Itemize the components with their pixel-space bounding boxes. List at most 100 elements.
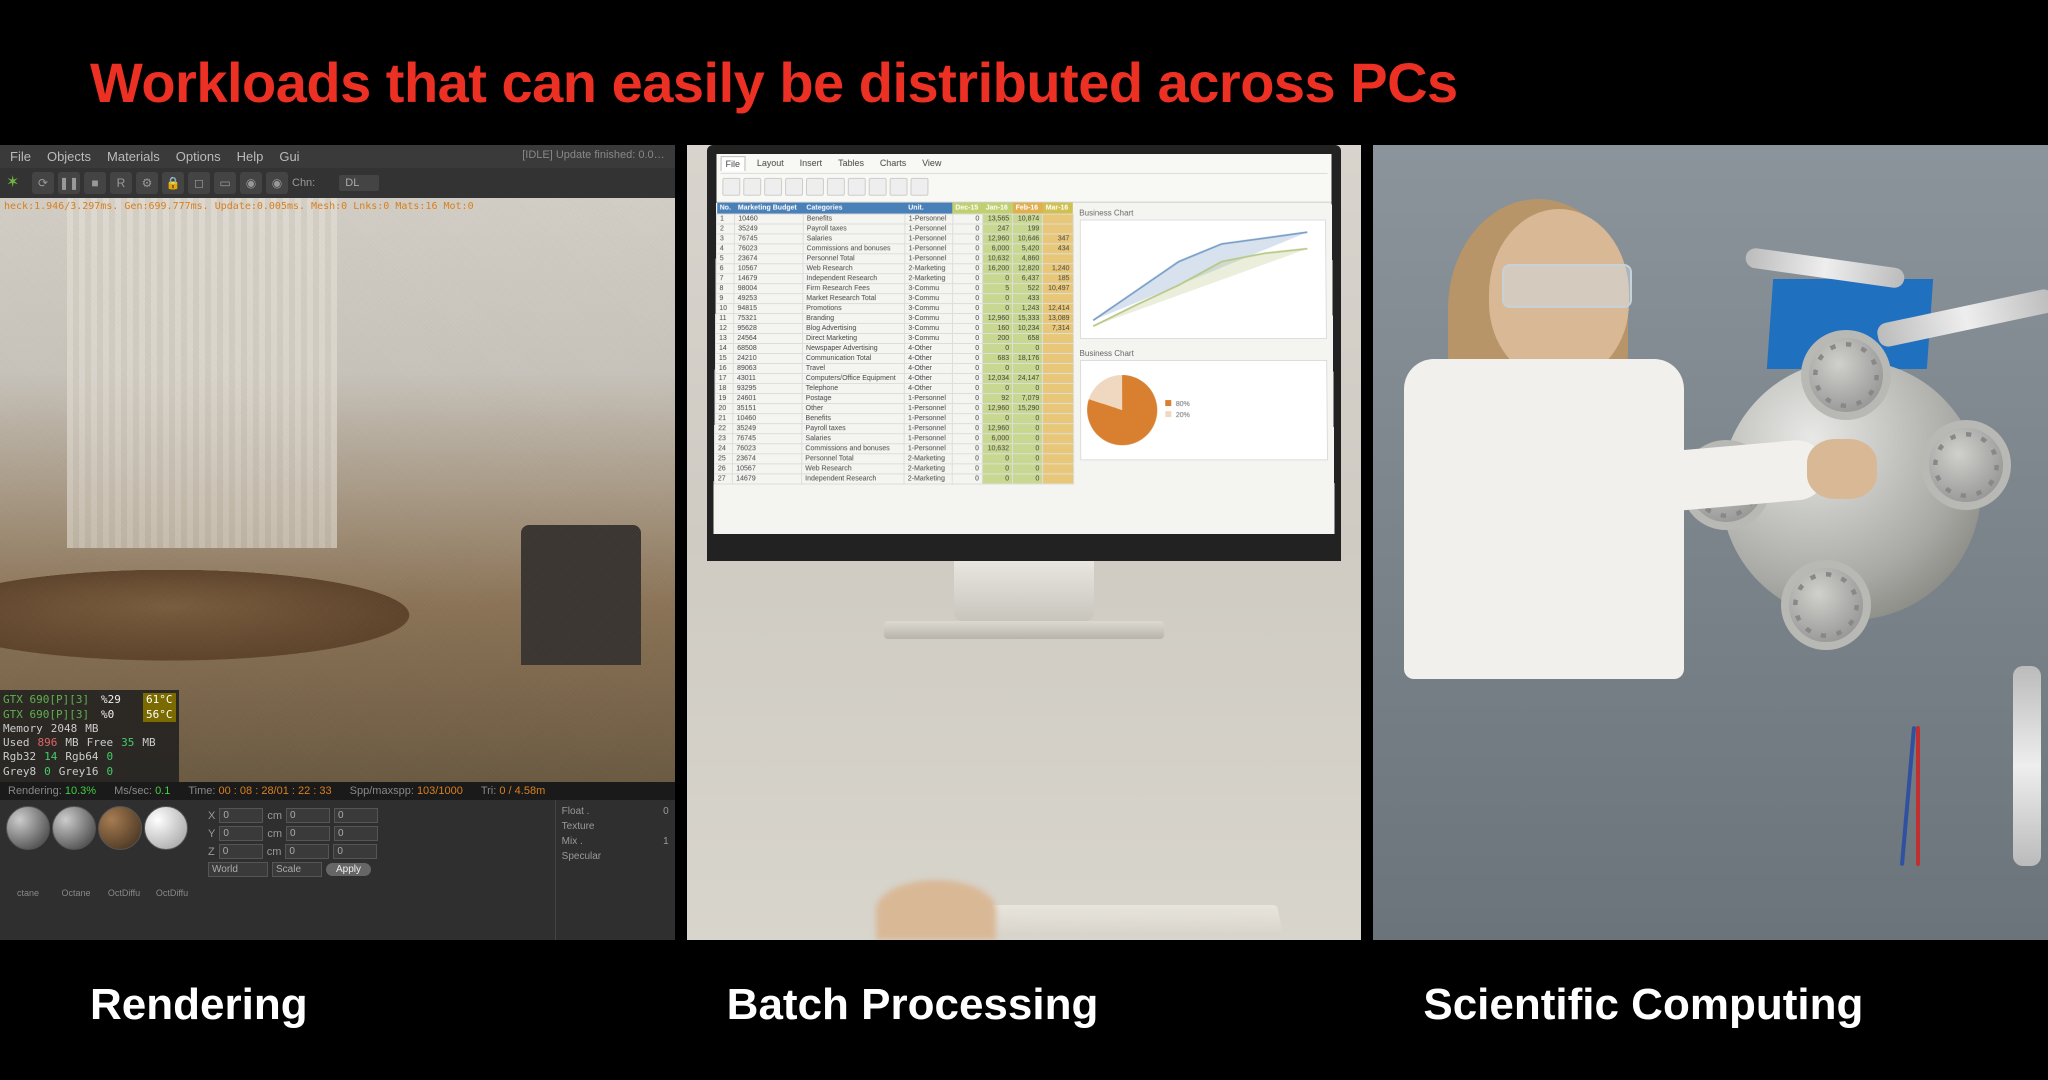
cell[interactable]: 5: [983, 284, 1013, 294]
cell[interactable]: 13,565: [983, 214, 1013, 224]
menu-help[interactable]: Help: [237, 149, 264, 164]
cell[interactable]: Computers/Office Equipment: [802, 374, 904, 384]
cell[interactable]: 14679: [734, 274, 803, 284]
cell[interactable]: Benefits: [803, 214, 905, 224]
pin-b-icon[interactable]: ◉: [266, 172, 288, 194]
cell[interactable]: 0: [983, 304, 1013, 314]
table-row[interactable]: 476023Commissions and bonuses1-Personnel…: [716, 244, 1073, 254]
cell[interactable]: Payroll taxes: [803, 224, 905, 234]
cell[interactable]: 23: [715, 434, 733, 444]
cell[interactable]: 0: [952, 424, 983, 434]
tool-btn-3[interactable]: [785, 178, 803, 196]
coord-x-pos[interactable]: [219, 808, 263, 823]
cell[interactable]: 0: [1012, 474, 1042, 484]
cell[interactable]: 7,079: [1013, 394, 1043, 404]
cell[interactable]: 0: [982, 464, 1012, 474]
hdr-feb16[interactable]: Feb-16: [1013, 203, 1043, 214]
table-row[interactable]: 1175321Branding3-Commu012,96015,33313,08…: [716, 314, 1073, 324]
cell[interactable]: 0: [1013, 363, 1043, 373]
cell[interactable]: 0: [952, 254, 983, 264]
cell[interactable]: Postage: [802, 394, 904, 404]
cell[interactable]: 92: [982, 394, 1012, 404]
cell[interactable]: 24: [714, 444, 732, 454]
cell[interactable]: 26: [714, 464, 732, 474]
table-row[interactable]: 898004Firm Research Fees3-Commu0552210,4…: [716, 284, 1073, 294]
cell[interactable]: Other: [802, 404, 904, 414]
cell[interactable]: 1,240: [1043, 264, 1073, 274]
hdr-mar16[interactable]: Mar-16: [1043, 203, 1073, 214]
cell[interactable]: 13: [715, 334, 733, 344]
cell[interactable]: 10,497: [1043, 284, 1073, 294]
cell[interactable]: 0: [1013, 384, 1043, 394]
table-row[interactable]: 949253Market Research Total3-Commu00433: [716, 294, 1073, 304]
table-row[interactable]: 714679Independent Research2-Marketing006…: [716, 274, 1073, 284]
coord-x-rot[interactable]: [286, 808, 330, 823]
cell[interactable]: Salaries: [803, 234, 905, 244]
cell[interactable]: 0: [982, 454, 1012, 464]
cell[interactable]: 0: [952, 434, 983, 444]
coord-y-pos[interactable]: [219, 826, 263, 841]
scale-select[interactable]: [272, 862, 322, 877]
cell[interactable]: 13,089: [1043, 314, 1073, 324]
tool-btn-9[interactable]: [910, 178, 928, 196]
cell[interactable]: 1-Personnel: [904, 424, 951, 434]
table-row[interactable]: 1893295Telephone4-Other000: [715, 384, 1073, 394]
cell[interactable]: 4-Other: [905, 353, 952, 363]
cell[interactable]: 14679: [732, 474, 801, 484]
cell[interactable]: 35151: [733, 404, 802, 414]
cell[interactable]: 0: [983, 343, 1013, 353]
cell[interactable]: 76023: [734, 244, 803, 254]
cell[interactable]: 7: [716, 274, 734, 284]
table-row[interactable]: 1094815Promotions3-Commu001,24312,414: [716, 304, 1073, 314]
cell[interactable]: 12: [715, 324, 733, 334]
cell[interactable]: 0: [952, 384, 983, 394]
cell[interactable]: 22: [715, 424, 733, 434]
tab-file[interactable]: File: [720, 156, 745, 171]
cell[interactable]: 12,960: [983, 314, 1013, 324]
cell[interactable]: 0: [952, 374, 983, 384]
cell[interactable]: 8: [716, 284, 734, 294]
cell[interactable]: 93295: [733, 384, 802, 394]
tab-tables[interactable]: Tables: [834, 156, 868, 171]
coord-x-scl[interactable]: [334, 808, 378, 823]
cell[interactable]: [1043, 334, 1073, 344]
cell[interactable]: [1043, 254, 1073, 264]
cell[interactable]: [1043, 214, 1073, 224]
cell[interactable]: 35249: [735, 224, 804, 234]
cell[interactable]: 1-Personnel: [905, 214, 952, 224]
cell[interactable]: 10460: [735, 214, 804, 224]
cell[interactable]: 10,646: [1013, 234, 1043, 244]
table-row[interactable]: 2376745Salaries1-Personnel06,0000: [715, 434, 1074, 444]
cell[interactable]: 4-Other: [904, 384, 951, 394]
tab-layout[interactable]: Layout: [753, 156, 788, 171]
cell[interactable]: [1043, 294, 1073, 304]
cell[interactable]: 76745: [734, 234, 803, 244]
cell[interactable]: 4-Other: [905, 343, 952, 353]
tool-btn-5[interactable]: [827, 178, 845, 196]
material-ball-0[interactable]: [6, 806, 50, 850]
cell[interactable]: 658: [1013, 334, 1043, 344]
cell[interactable]: 0: [1012, 454, 1042, 464]
cell[interactable]: Newspaper Advertising: [802, 343, 904, 353]
cell[interactable]: [1043, 414, 1073, 424]
cell[interactable]: Blog Advertising: [803, 324, 905, 334]
menu-gui[interactable]: Gui: [279, 149, 299, 164]
cell[interactable]: 10: [716, 304, 734, 314]
cell[interactable]: 1-Personnel: [905, 234, 952, 244]
hdr-unit[interactable]: Unit.: [905, 203, 952, 214]
tab-insert[interactable]: Insert: [796, 156, 826, 171]
cell[interactable]: Travel: [802, 363, 904, 373]
cell[interactable]: 4-Other: [905, 363, 952, 373]
tool-btn-8[interactable]: [889, 178, 907, 196]
menu-objects[interactable]: Objects: [47, 149, 91, 164]
region-button[interactable]: R: [110, 172, 132, 194]
cell[interactable]: 0: [952, 454, 983, 464]
table-row[interactable]: 376745Salaries1-Personnel012,96010,64634…: [716, 234, 1073, 244]
channel-select[interactable]: DL: [339, 175, 379, 191]
cell[interactable]: 6: [716, 264, 734, 274]
cell[interactable]: 98004: [734, 284, 803, 294]
cell[interactable]: Salaries: [802, 434, 905, 444]
cell[interactable]: 12,960: [983, 234, 1013, 244]
cell[interactable]: 14: [715, 343, 733, 353]
cell[interactable]: 0: [952, 334, 983, 344]
